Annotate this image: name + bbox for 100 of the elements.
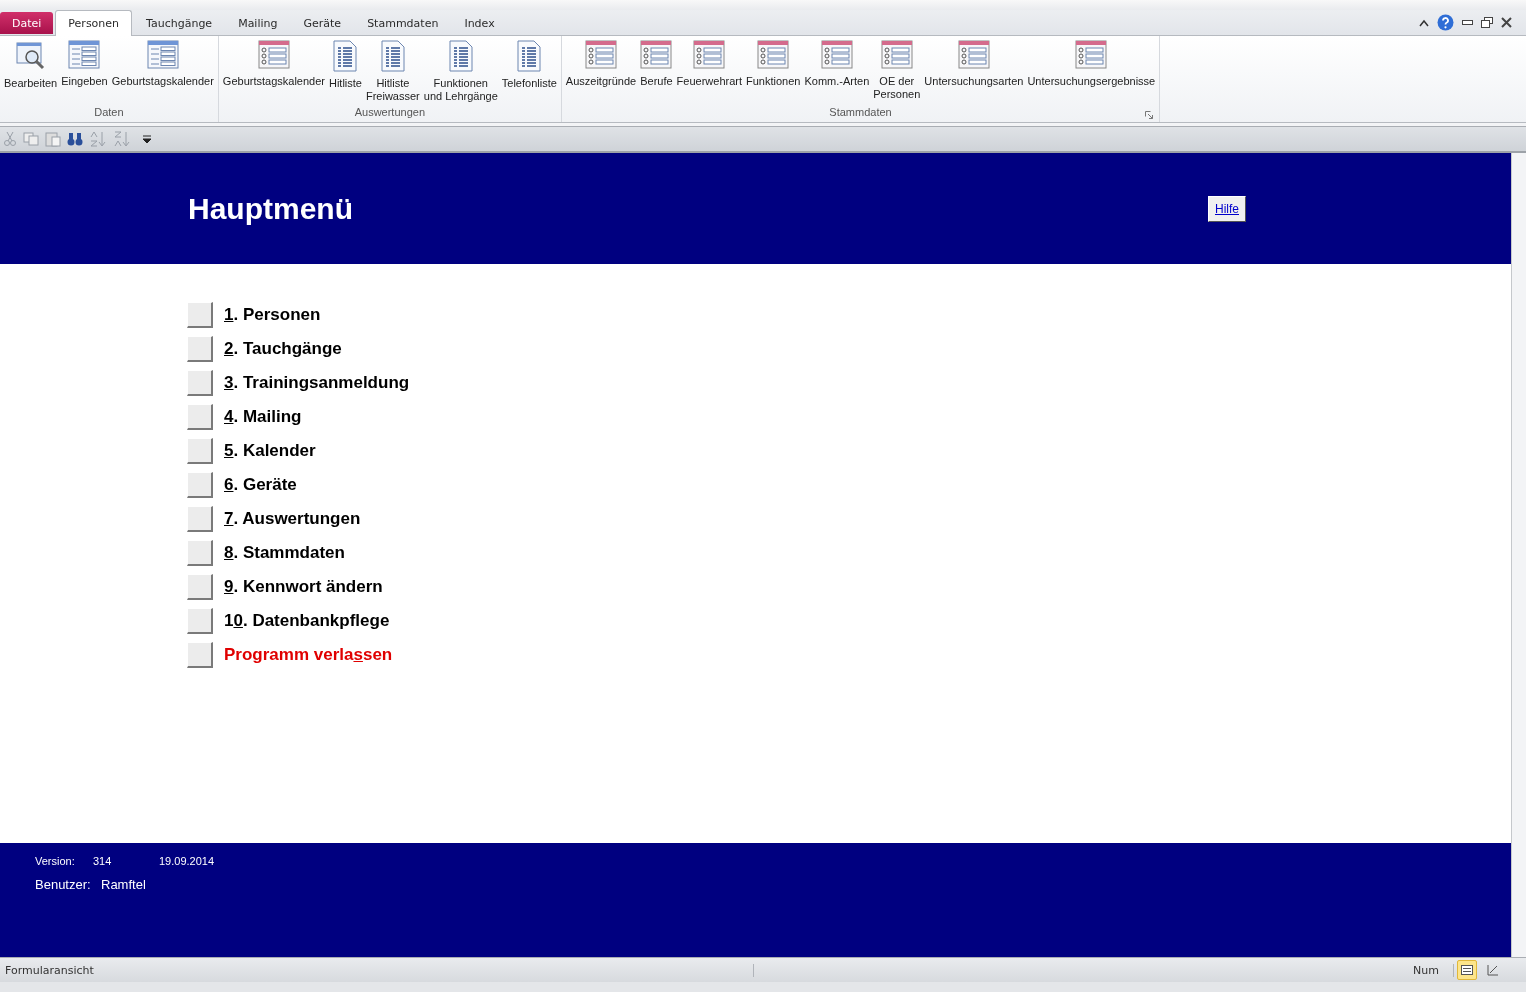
ribbon-button[interactable]: Hitliste Freiwasser: [364, 36, 422, 106]
ribbon-tab[interactable]: Geräte: [291, 11, 354, 35]
ribbon-button-label: Hitliste Freiwasser: [366, 77, 420, 103]
ribbon-tab[interactable]: Mailing: [226, 11, 290, 35]
table-icon: [880, 40, 913, 70]
ribbon-button-label: Feuerwehrart: [676, 75, 742, 88]
ribbon-button-label: Untersuchungsarten: [924, 75, 1024, 88]
form-icon: [1461, 965, 1473, 975]
menu-label: 7. Auswertungen: [224, 509, 361, 529]
group-label: Daten: [94, 106, 124, 120]
menu-button[interactable]: [187, 302, 213, 328]
num-lock-indicator: Num: [1413, 963, 1454, 977]
menu-button[interactable]: [187, 370, 213, 396]
version-number: 314: [93, 855, 113, 867]
group-label: Auswertungen: [354, 106, 425, 120]
menu-label: Programm verlassen: [224, 645, 393, 665]
table-icon: [820, 40, 853, 70]
form-icon: [146, 40, 179, 70]
menu-button[interactable]: [187, 438, 213, 464]
menu-label: 3. Trainingsanmeldung: [224, 373, 410, 393]
ribbon-button-label: Berufe: [640, 75, 673, 88]
help-button[interactable]: Hilfe: [1208, 195, 1246, 222]
menu-button[interactable]: [187, 336, 213, 362]
ribbon-tab[interactable]: Index: [452, 11, 507, 35]
ribbon-button[interactable]: Geburtstagskalender: [109, 36, 216, 106]
minimize-icon[interactable]: [1462, 19, 1473, 26]
ribbon-tab[interactable]: Stammdaten: [355, 11, 451, 35]
ribbon-button[interactable]: Bearbeiten: [2, 36, 60, 106]
ribbon-button[interactable]: Auszeitgründe: [563, 36, 639, 106]
menu-label: 9. Kennwort ändern: [224, 577, 383, 597]
table-icon: [693, 40, 726, 70]
report-icon: [332, 40, 359, 72]
ribbon-button[interactable]: Untersuchungsergebnisse: [1025, 36, 1158, 106]
status-text: Formularansicht: [0, 963, 754, 977]
user-label: Benutzer:: [35, 877, 92, 892]
menu-label: 8. Stammdaten: [224, 543, 345, 563]
ribbon-button[interactable]: Geburtstagskalender: [220, 36, 327, 106]
menu-label: 4. Mailing: [224, 407, 302, 427]
menu-label: 6. Geräte: [224, 475, 297, 495]
dropdown-icon[interactable]: [143, 135, 151, 143]
ribbon-button[interactable]: Berufe: [638, 36, 675, 106]
form-view-button[interactable]: [1457, 960, 1477, 980]
ribbon-button[interactable]: Funktionen: [744, 36, 803, 106]
report-icon: [516, 40, 543, 72]
menu-button[interactable]: [187, 540, 213, 566]
ribbon-button-label: Funktionen und Lehrgänge: [423, 77, 498, 103]
menu-label: 5. Kalender: [224, 441, 316, 461]
file-tab[interactable]: Datei: [0, 12, 54, 34]
ribbon-button[interactable]: Funktionen und Lehrgänge: [421, 36, 500, 106]
ribbon-button-label: Telefonliste: [501, 77, 557, 90]
menu-button[interactable]: [187, 404, 213, 430]
ribbon-button[interactable]: Hitliste: [326, 36, 364, 106]
group-label: Stammdaten: [829, 106, 892, 120]
ribbon-button-label: Hitliste: [328, 77, 362, 90]
menu-label: 2. Tauchgänge: [224, 339, 342, 359]
dialog-launcher-icon[interactable]: [1145, 111, 1154, 119]
ribbon-button-label: Auszeitgründe: [565, 75, 637, 88]
ribbon-button[interactable]: OE der Personen: [871, 36, 923, 106]
menu-button[interactable]: [187, 574, 213, 600]
table-icon: [257, 40, 290, 70]
collapse-ribbon-icon[interactable]: [1419, 18, 1429, 27]
ribbon-button-label: Funktionen: [746, 75, 801, 88]
close-icon[interactable]: [1501, 17, 1512, 28]
form-title: Hauptmenü: [188, 191, 353, 226]
menu-label: 10. Datenbankpflege: [224, 611, 390, 631]
ribbon-button-label: Geburtstagskalender: [222, 75, 325, 88]
form-icon: [68, 40, 101, 70]
menu-button[interactable]: [187, 472, 213, 498]
design-icon: [1487, 964, 1499, 976]
ribbon-button[interactable]: Eingeben: [59, 36, 110, 106]
ribbon-tab[interactable]: Tauchgänge: [134, 11, 225, 35]
ribbon-button[interactable]: Komm.-Arten: [802, 36, 872, 106]
table-icon: [585, 40, 617, 70]
table-icon: [640, 40, 673, 70]
ribbon-tab[interactable]: Personen: [55, 10, 133, 36]
menu-button[interactable]: [187, 506, 213, 532]
table-icon: [1075, 40, 1108, 70]
ribbon-button-label: Komm.-Arten: [804, 75, 870, 88]
version-date: 19.09.2014: [159, 855, 215, 867]
report-icon: [447, 40, 474, 72]
magnifier-form-icon: [14, 40, 47, 72]
table-icon: [757, 40, 790, 70]
ribbon-button[interactable]: Untersuchungsarten: [922, 36, 1026, 106]
menu-button[interactable]: [187, 642, 213, 668]
help-icon[interactable]: [1437, 14, 1454, 31]
binoculars-icon[interactable]: [67, 132, 83, 146]
ribbon-button-label: OE der Personen: [873, 75, 921, 101]
table-icon: [957, 40, 990, 70]
user-name: Ramftel: [101, 877, 146, 892]
ribbon-button[interactable]: Feuerwehrart: [674, 36, 744, 106]
report-icon: [379, 40, 406, 72]
menu-label: 1. Personen: [224, 305, 321, 325]
ribbon-button[interactable]: Telefonliste: [499, 36, 559, 106]
restore-icon[interactable]: [1481, 17, 1493, 28]
ribbon-button-label: Untersuchungsergebnisse: [1027, 75, 1156, 88]
ribbon-button-label: Eingeben: [61, 75, 108, 88]
ribbon-button-label: Bearbeiten: [4, 77, 58, 90]
menu-button[interactable]: [187, 608, 213, 634]
version-label: Version:: [35, 855, 76, 867]
ribbon-button-label: Geburtstagskalender: [111, 75, 214, 88]
